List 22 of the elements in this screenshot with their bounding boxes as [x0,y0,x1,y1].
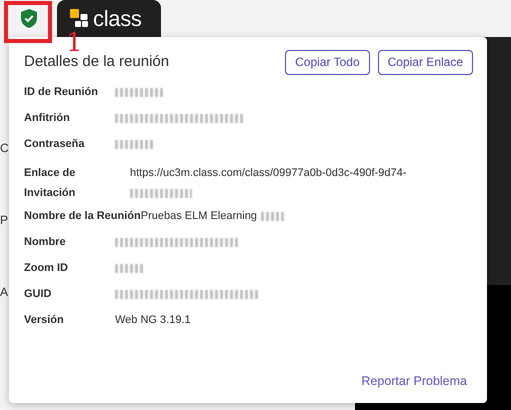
logo-icon [70,9,89,28]
field-label: Anfitrión [24,111,71,126]
field-label: ID de Reunión [24,85,99,100]
field-label: GUID [24,287,52,302]
annotation-box [4,1,52,43]
copy-button[interactable]: Copiar Todo [285,50,370,75]
field-label: Versión [24,313,65,328]
background-text: A [0,286,9,298]
background-text: P [0,214,9,226]
field-label: Enlace de Invitación [24,166,76,201]
field-value: Pruebas ELM Elearning [140,210,257,222]
background-text: C [0,142,9,154]
field-label: Nombre de la Reunión [24,209,141,224]
field-label: Nombre [24,235,67,250]
field-value: Web NG 3.19.1 [115,314,191,326]
report-problem-link[interactable]: Reportar Problema [361,372,467,391]
field-value: https://uc3m.class.com/class/09977a0b-0d3c-490f-9d74- [130,167,406,179]
copy-button[interactable]: Copiar Enlace [378,50,473,75]
shield-check-icon[interactable] [21,9,37,28]
logo-text: class [93,5,142,33]
field-label: Contraseña [24,137,86,152]
field-label: Zoom ID [24,261,69,276]
